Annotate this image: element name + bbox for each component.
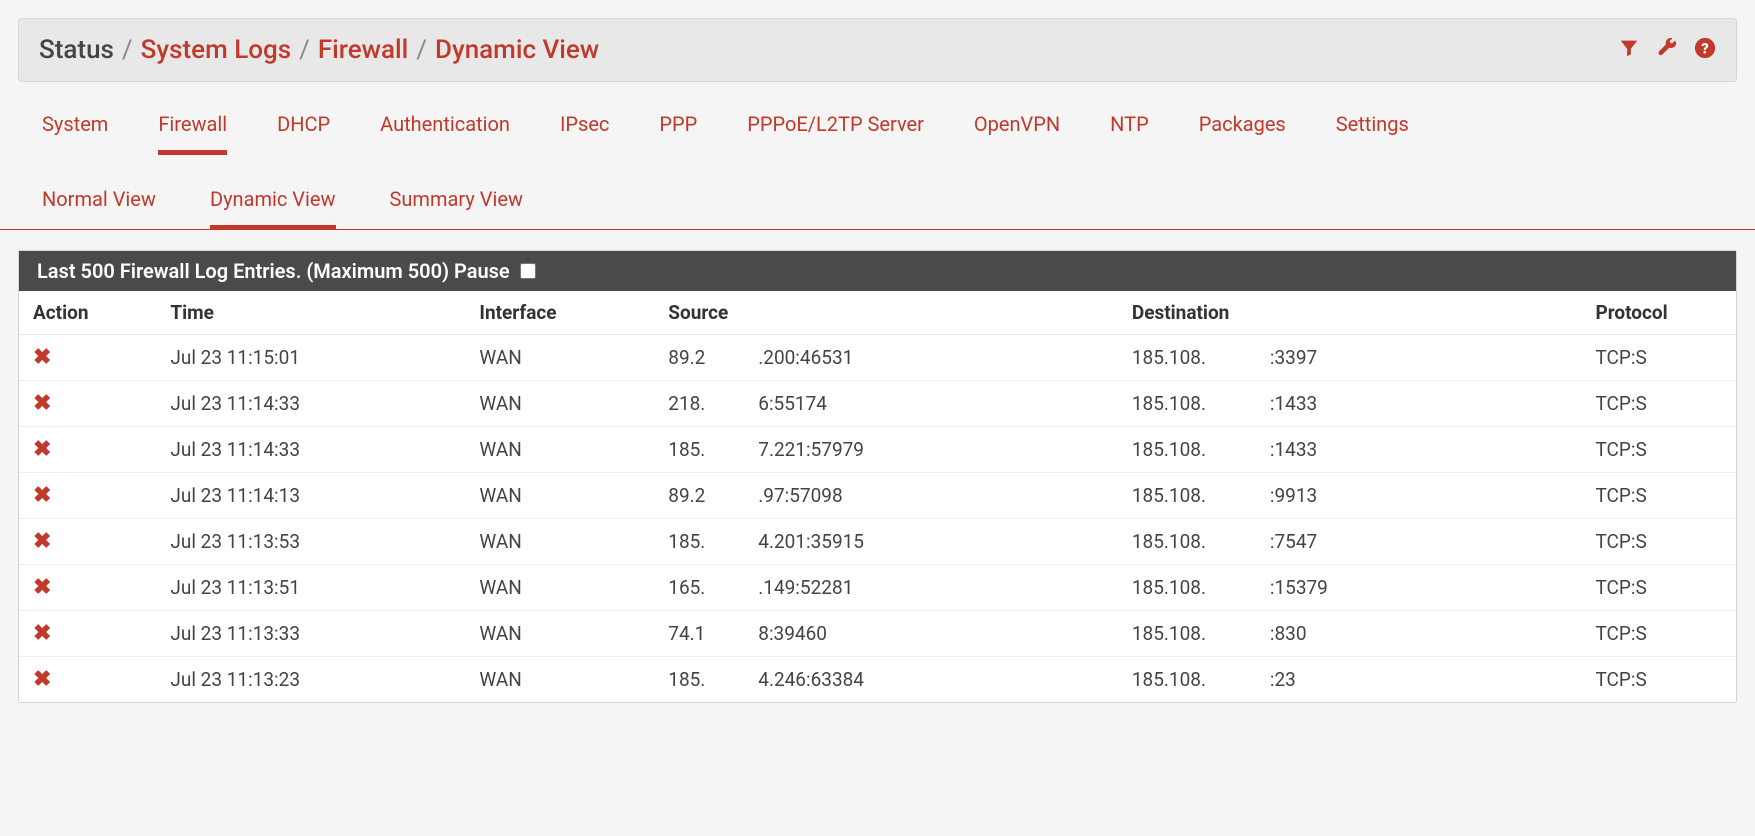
log-row: ✖ Jul 23 11:13:53WAN185.4.201:35915185.10… (19, 519, 1736, 565)
pause-checkbox[interactable] (520, 263, 536, 279)
tab-firewall[interactable]: Firewall (158, 112, 227, 155)
tab-system[interactable]: System (42, 112, 108, 155)
breadcrumb-sep: / (122, 35, 133, 65)
cell-protocol: TCP:S (1581, 519, 1736, 565)
block-icon[interactable]: ✖ (33, 483, 51, 508)
col-source: Source (654, 291, 1118, 335)
breadcrumb-dynamic-view[interactable]: Dynamic View (435, 35, 599, 65)
cell-source: 89.2.200:46531 (654, 335, 1118, 381)
cell-destination: 185.108.:23 (1118, 657, 1582, 703)
wrench-icon[interactable] (1656, 37, 1678, 64)
cell-time: Jul 23 11:13:33 (156, 611, 465, 657)
cell-time: Jul 23 11:14:33 (156, 427, 465, 473)
breadcrumb-firewall[interactable]: Firewall (318, 35, 408, 65)
cell-time: Jul 23 11:13:51 (156, 565, 465, 611)
block-icon[interactable]: ✖ (33, 621, 51, 646)
cell-source: 89.2.97:57098 (654, 473, 1118, 519)
col-protocol: Protocol (1581, 291, 1736, 335)
tab-packages[interactable]: Packages (1199, 112, 1286, 155)
log-panel: Last 500 Firewall Log Entries. (Maximum … (18, 250, 1737, 703)
page-heading: Status / System Logs / Firewall / Dynami… (18, 18, 1737, 82)
cell-protocol: TCP:S (1581, 335, 1736, 381)
cell-destination: 185.108.:7547 (1118, 519, 1582, 565)
log-row: ✖ Jul 23 11:13:51WAN165..149:52281185.108… (19, 565, 1736, 611)
cell-interface: WAN (465, 565, 654, 611)
cell-source: 185.7.221:57979 (654, 427, 1118, 473)
col-destination: Destination (1118, 291, 1582, 335)
tab-settings[interactable]: Settings (1336, 112, 1409, 155)
subtab-dynamic-view[interactable]: Dynamic View (210, 187, 336, 230)
breadcrumb: Status / System Logs / Firewall / Dynami… (39, 35, 599, 65)
log-table-header-row: Action Time Interface Source Destination… (19, 291, 1736, 335)
cell-time: Jul 23 11:14:13 (156, 473, 465, 519)
cell-protocol: TCP:S (1581, 473, 1736, 519)
svg-text:?: ? (1701, 39, 1708, 57)
breadcrumb-system-logs[interactable]: System Logs (141, 35, 291, 65)
col-action: Action (19, 291, 156, 335)
cell-source: 185.4.246:63384 (654, 657, 1118, 703)
log-row: ✖ Jul 23 11:13:23WAN185.4.246:63384185.10… (19, 657, 1736, 703)
subtab-normal-view[interactable]: Normal View (42, 187, 156, 230)
cell-interface: WAN (465, 335, 654, 381)
cell-time: Jul 23 11:13:53 (156, 519, 465, 565)
log-row: ✖ Jul 23 11:14:13WAN89.2.97:57098185.108.… (19, 473, 1736, 519)
view-mode-tabs: Normal View Dynamic View Summary View (0, 155, 1755, 230)
cell-destination: 185.108.:830 (1118, 611, 1582, 657)
block-icon[interactable]: ✖ (33, 529, 51, 554)
cell-protocol: TCP:S (1581, 427, 1736, 473)
log-category-tabs: System Firewall DHCP Authentication IPsec PPP… (0, 82, 1755, 155)
cell-time: Jul 23 11:15:01 (156, 335, 465, 381)
col-time: Time (156, 291, 465, 335)
cell-interface: WAN (465, 657, 654, 703)
block-icon[interactable]: ✖ (33, 345, 51, 370)
cell-interface: WAN (465, 519, 654, 565)
filter-icon[interactable] (1618, 37, 1640, 64)
breadcrumb-sep: / (299, 35, 310, 65)
cell-destination: 185.108.:3397 (1118, 335, 1582, 381)
tab-ppp[interactable]: PPP (659, 112, 697, 155)
cell-interface: WAN (465, 381, 654, 427)
log-row: ✖ Jul 23 11:15:01WAN89.2.200:46531185.108… (19, 335, 1736, 381)
tab-dhcp[interactable]: DHCP (277, 112, 330, 155)
tab-openvpn[interactable]: OpenVPN (974, 112, 1060, 155)
col-interface: Interface (465, 291, 654, 335)
cell-source: 218.6:55174 (654, 381, 1118, 427)
cell-interface: WAN (465, 473, 654, 519)
tab-authentication[interactable]: Authentication (380, 112, 510, 155)
log-panel-title-text: Last 500 Firewall Log Entries. (Maximum … (37, 259, 510, 283)
cell-destination: 185.108.:9913 (1118, 473, 1582, 519)
help-icon[interactable]: ? (1694, 37, 1716, 64)
subtab-summary-view[interactable]: Summary View (390, 187, 523, 230)
cell-source: 185.4.201:35915 (654, 519, 1118, 565)
heading-icons: ? (1618, 37, 1716, 64)
cell-protocol: TCP:S (1581, 565, 1736, 611)
block-icon[interactable]: ✖ (33, 575, 51, 600)
cell-protocol: TCP:S (1581, 611, 1736, 657)
breadcrumb-sep: / (416, 35, 427, 65)
log-panel-title: Last 500 Firewall Log Entries. (Maximum … (19, 251, 1736, 291)
log-table: Action Time Interface Source Destination… (19, 291, 1736, 702)
tab-pppoe-l2tp-server[interactable]: PPPoE/L2TP Server (747, 112, 924, 155)
cell-time: Jul 23 11:13:23 (156, 657, 465, 703)
cell-interface: WAN (465, 427, 654, 473)
cell-time: Jul 23 11:14:33 (156, 381, 465, 427)
cell-destination: 185.108.:1433 (1118, 427, 1582, 473)
cell-source: 165..149:52281 (654, 565, 1118, 611)
block-icon[interactable]: ✖ (33, 437, 51, 462)
cell-protocol: TCP:S (1581, 657, 1736, 703)
block-icon[interactable]: ✖ (33, 667, 51, 692)
log-row: ✖ Jul 23 11:13:33WAN74.18:39460185.108.:8… (19, 611, 1736, 657)
log-row: ✖ Jul 23 11:14:33WAN185.7.221:57979185.10… (19, 427, 1736, 473)
cell-destination: 185.108.:15379 (1118, 565, 1582, 611)
tab-ntp[interactable]: NTP (1110, 112, 1149, 155)
cell-source: 74.18:39460 (654, 611, 1118, 657)
tab-ipsec[interactable]: IPsec (560, 112, 609, 155)
log-row: ✖ Jul 23 11:14:33WAN218.6:55174185.108.:1… (19, 381, 1736, 427)
cell-protocol: TCP:S (1581, 381, 1736, 427)
breadcrumb-status: Status (39, 35, 114, 65)
cell-destination: 185.108.:1433 (1118, 381, 1582, 427)
cell-interface: WAN (465, 611, 654, 657)
block-icon[interactable]: ✖ (33, 391, 51, 416)
